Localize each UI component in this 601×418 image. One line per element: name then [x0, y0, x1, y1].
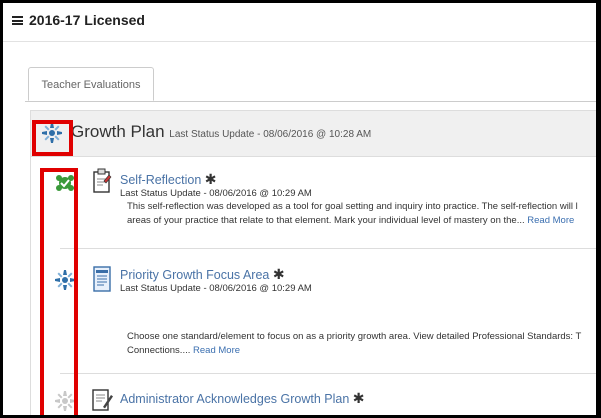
plan-status-text: Last Status Update - 08/06/2016 @ 10:28 …	[169, 129, 372, 140]
form-icon	[93, 266, 111, 292]
item-title-text[interactable]: Administrator Acknowledges Growth Plan	[120, 392, 349, 406]
item-description: This self-reflection was developed as a …	[127, 200, 596, 227]
required-star-icon: ✱	[272, 266, 285, 282]
item-title-text[interactable]: Priority Growth Focus Area	[120, 268, 269, 282]
item-status: Last Status Update - 08/06/2016 @ 10:29 …	[120, 188, 312, 199]
item-divider	[60, 373, 596, 374]
hamburger-menu-icon[interactable]	[12, 16, 23, 25]
description-line: Choose one standard/element to focus on …	[127, 331, 582, 342]
highlight-box-header	[32, 120, 73, 156]
page-title: 2016-17 Licensed	[29, 12, 145, 28]
sign-document-icon	[92, 389, 113, 411]
read-more-link[interactable]: Read More	[193, 345, 240, 356]
required-star-icon: ✱	[352, 390, 365, 406]
tab-teacher-evaluations[interactable]: Teacher Evaluations	[28, 67, 154, 101]
top-bar: 2016-17 Licensed	[3, 3, 596, 42]
item-description: Choose one standard/element to focus on …	[127, 330, 596, 357]
item-status: Last Status Update - 08/06/2016 @ 10:29 …	[120, 283, 312, 294]
description-line-2: areas of your practice that relate to th…	[127, 214, 596, 228]
required-star-icon: ✱	[204, 171, 217, 187]
read-more-link[interactable]: Read More	[527, 215, 574, 226]
growth-plan-title: Growth Plan Last Status Update - 08/06/2…	[71, 122, 371, 142]
description-text: areas of your practice that relate to th…	[127, 214, 525, 226]
highlight-box-items	[40, 168, 78, 415]
growth-plan-panel: Growth Plan Last Status Update - 08/06/2…	[30, 110, 596, 415]
item-title-priority-growth[interactable]: Priority Growth Focus Area ✱	[120, 266, 285, 283]
item-title-self-reflection[interactable]: Self-Reflection ✱	[120, 171, 217, 188]
description-line-2: Connections.... Read More	[127, 344, 596, 358]
item-divider	[60, 248, 596, 249]
growth-plan-header[interactable]: Growth Plan Last Status Update - 08/06/2…	[31, 111, 596, 157]
plan-title-text: Growth Plan	[71, 122, 165, 141]
item-title-admin-acknowledges[interactable]: Administrator Acknowledges Growth Plan ✱	[120, 390, 365, 407]
item-title-text[interactable]: Self-Reflection	[120, 173, 201, 187]
description-line: This self-reflection was developed as a …	[127, 201, 578, 212]
document-icon	[93, 168, 112, 193]
app-screen: 2016-17 Licensed Teacher Evaluations Gro…	[3, 3, 596, 415]
description-text: Connections....	[127, 344, 191, 356]
tab-strip: Teacher Evaluations	[25, 67, 596, 102]
